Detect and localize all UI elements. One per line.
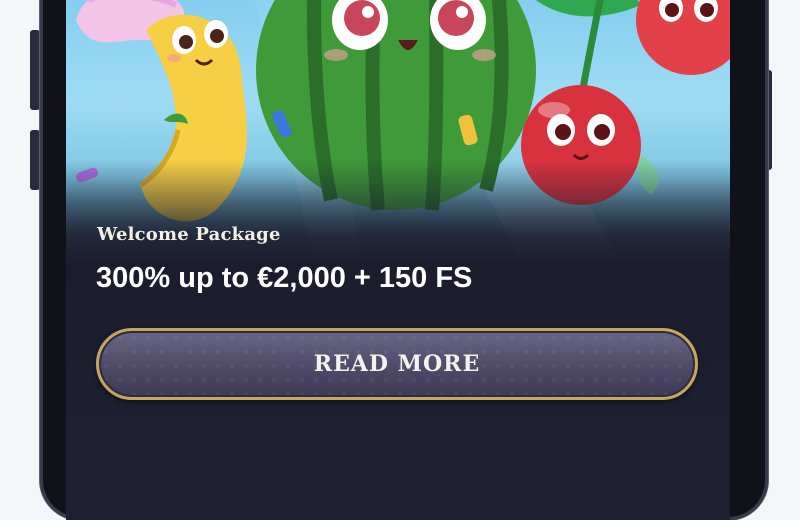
read-more-label: READ MORE (313, 351, 481, 377)
phone-side-button (30, 130, 40, 190)
read-more-button[interactable]: READ MORE (96, 328, 698, 400)
phone-frame: Welcome Package 300% up to €2,000 + 150 … (0, 0, 800, 520)
phone-screen: Welcome Package 300% up to €2,000 + 150 … (66, 0, 730, 520)
promo-subtitle: Welcome Package (97, 224, 281, 245)
phone-side-button (30, 30, 40, 110)
hero-fade-overlay (66, 160, 730, 270)
leaf-icon (536, 0, 641, 17)
promo-headline: 300% up to €2,000 + 150 FS (96, 262, 473, 294)
